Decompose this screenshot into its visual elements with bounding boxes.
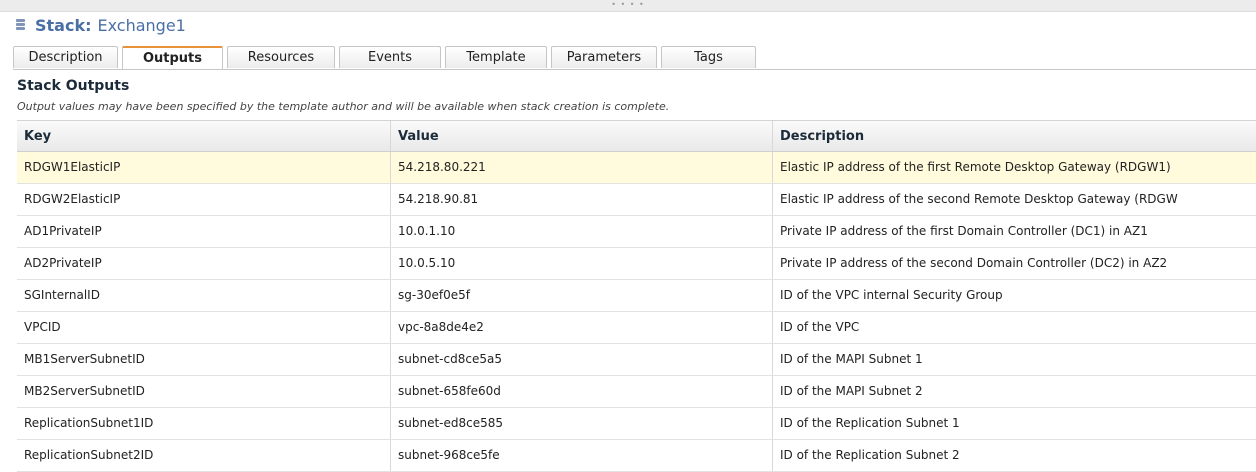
cell-value: subnet-cd8ce5a5 — [391, 344, 773, 375]
cell-description: Private IP address of the first Domain C… — [780, 224, 1148, 238]
table-row[interactable]: AD1PrivateIP 10.0.1.10 Private IP addres… — [17, 216, 1256, 248]
table-row[interactable]: RDGW2ElasticIP 54.218.90.81 Elastic IP a… — [17, 184, 1256, 216]
cell-description: ID of the Replication Subnet 1 — [780, 416, 960, 430]
cell-value: 54.218.80.221 — [391, 152, 773, 183]
cell-value: 10.0.1.10 — [391, 216, 773, 247]
cell-key: MB2ServerSubnetID — [17, 376, 391, 407]
tab-template[interactable]: Template — [445, 46, 547, 68]
cell-key: AD2PrivateIP — [17, 248, 391, 279]
cell-description: Private IP address of the second Domain … — [780, 256, 1168, 270]
panel-resize-bar[interactable]: • • • • — [0, 0, 1256, 12]
cell-key: ReplicationSubnet2ID — [17, 440, 391, 471]
tab-parameters[interactable]: Parameters — [551, 46, 657, 68]
stack-title-label: Stack: — [35, 15, 92, 35]
section-description: Output values may have been specified by… — [17, 100, 670, 113]
cell-value: subnet-ed8ce585 — [391, 408, 773, 439]
column-header-key[interactable]: Key — [17, 121, 391, 151]
cell-description: ID of the MAPI Subnet 1 — [780, 352, 923, 366]
cell-description: ID of the VPC — [780, 320, 860, 334]
tab-bar: Description Outputs Resources Events Tem… — [13, 46, 756, 70]
stack-icon — [14, 17, 28, 33]
cell-description: ID of the VPC internal Security Group — [780, 288, 1003, 302]
column-header-value[interactable]: Value — [391, 121, 773, 151]
column-header-description[interactable]: Description — [773, 121, 1256, 151]
stack-title: Stack: Exchange1 — [14, 14, 186, 36]
cell-key: RDGW1ElasticIP — [17, 152, 391, 183]
tab-tags[interactable]: Tags — [661, 46, 756, 68]
tab-outputs[interactable]: Outputs — [122, 46, 223, 70]
table-row[interactable]: MB1ServerSubnetID subnet-cd8ce5a5 ID of … — [17, 344, 1256, 376]
cell-value: subnet-968ce5fe — [391, 440, 773, 471]
cell-key: RDGW2ElasticIP — [17, 184, 391, 215]
table-row[interactable]: ReplicationSubnet2ID subnet-968ce5fe ID … — [17, 440, 1256, 472]
cell-value: 54.218.90.81 — [391, 184, 773, 215]
outputs-table: Key Value Description RDGW1ElasticIP 54.… — [17, 120, 1256, 472]
cell-key: MB1ServerSubnetID — [17, 344, 391, 375]
cell-value: vpc-8a8de4e2 — [391, 312, 773, 343]
table-row[interactable]: RDGW1ElasticIP 54.218.80.221 Elastic IP … — [17, 152, 1256, 184]
tab-events[interactable]: Events — [339, 46, 441, 68]
stack-name: Exchange1 — [97, 15, 186, 35]
cell-description: Elastic IP address of the first Remote D… — [780, 160, 1171, 174]
tab-divider — [13, 69, 1256, 70]
table-row[interactable]: AD2PrivateIP 10.0.5.10 Private IP addres… — [17, 248, 1256, 280]
cell-description: Elastic IP address of the second Remote … — [780, 192, 1178, 206]
cell-key: VPCID — [17, 312, 391, 343]
cell-value: 10.0.5.10 — [391, 248, 773, 279]
table-header-row: Key Value Description — [17, 120, 1256, 152]
cell-key: SGInternalID — [17, 280, 391, 311]
cell-description: ID of the Replication Subnet 2 — [780, 448, 960, 462]
table-row[interactable]: VPCID vpc-8a8de4e2 ID of the VPC — [17, 312, 1256, 344]
table-row[interactable]: ReplicationSubnet1ID subnet-ed8ce585 ID … — [17, 408, 1256, 440]
cell-key: ReplicationSubnet1ID — [17, 408, 391, 439]
cell-value: subnet-658fe60d — [391, 376, 773, 407]
cell-description: ID of the MAPI Subnet 2 — [780, 384, 923, 398]
table-row[interactable]: SGInternalID sg-30ef0e5f ID of the VPC i… — [17, 280, 1256, 312]
table-row[interactable]: MB2ServerSubnetID subnet-658fe60d ID of … — [17, 376, 1256, 408]
tab-description[interactable]: Description — [13, 46, 118, 68]
tab-resources[interactable]: Resources — [227, 46, 335, 68]
section-title: Stack Outputs — [17, 78, 130, 94]
cell-key: AD1PrivateIP — [17, 216, 391, 247]
resize-grip-icon[interactable]: • • • • — [611, 1, 645, 9]
cell-value: sg-30ef0e5f — [391, 280, 773, 311]
